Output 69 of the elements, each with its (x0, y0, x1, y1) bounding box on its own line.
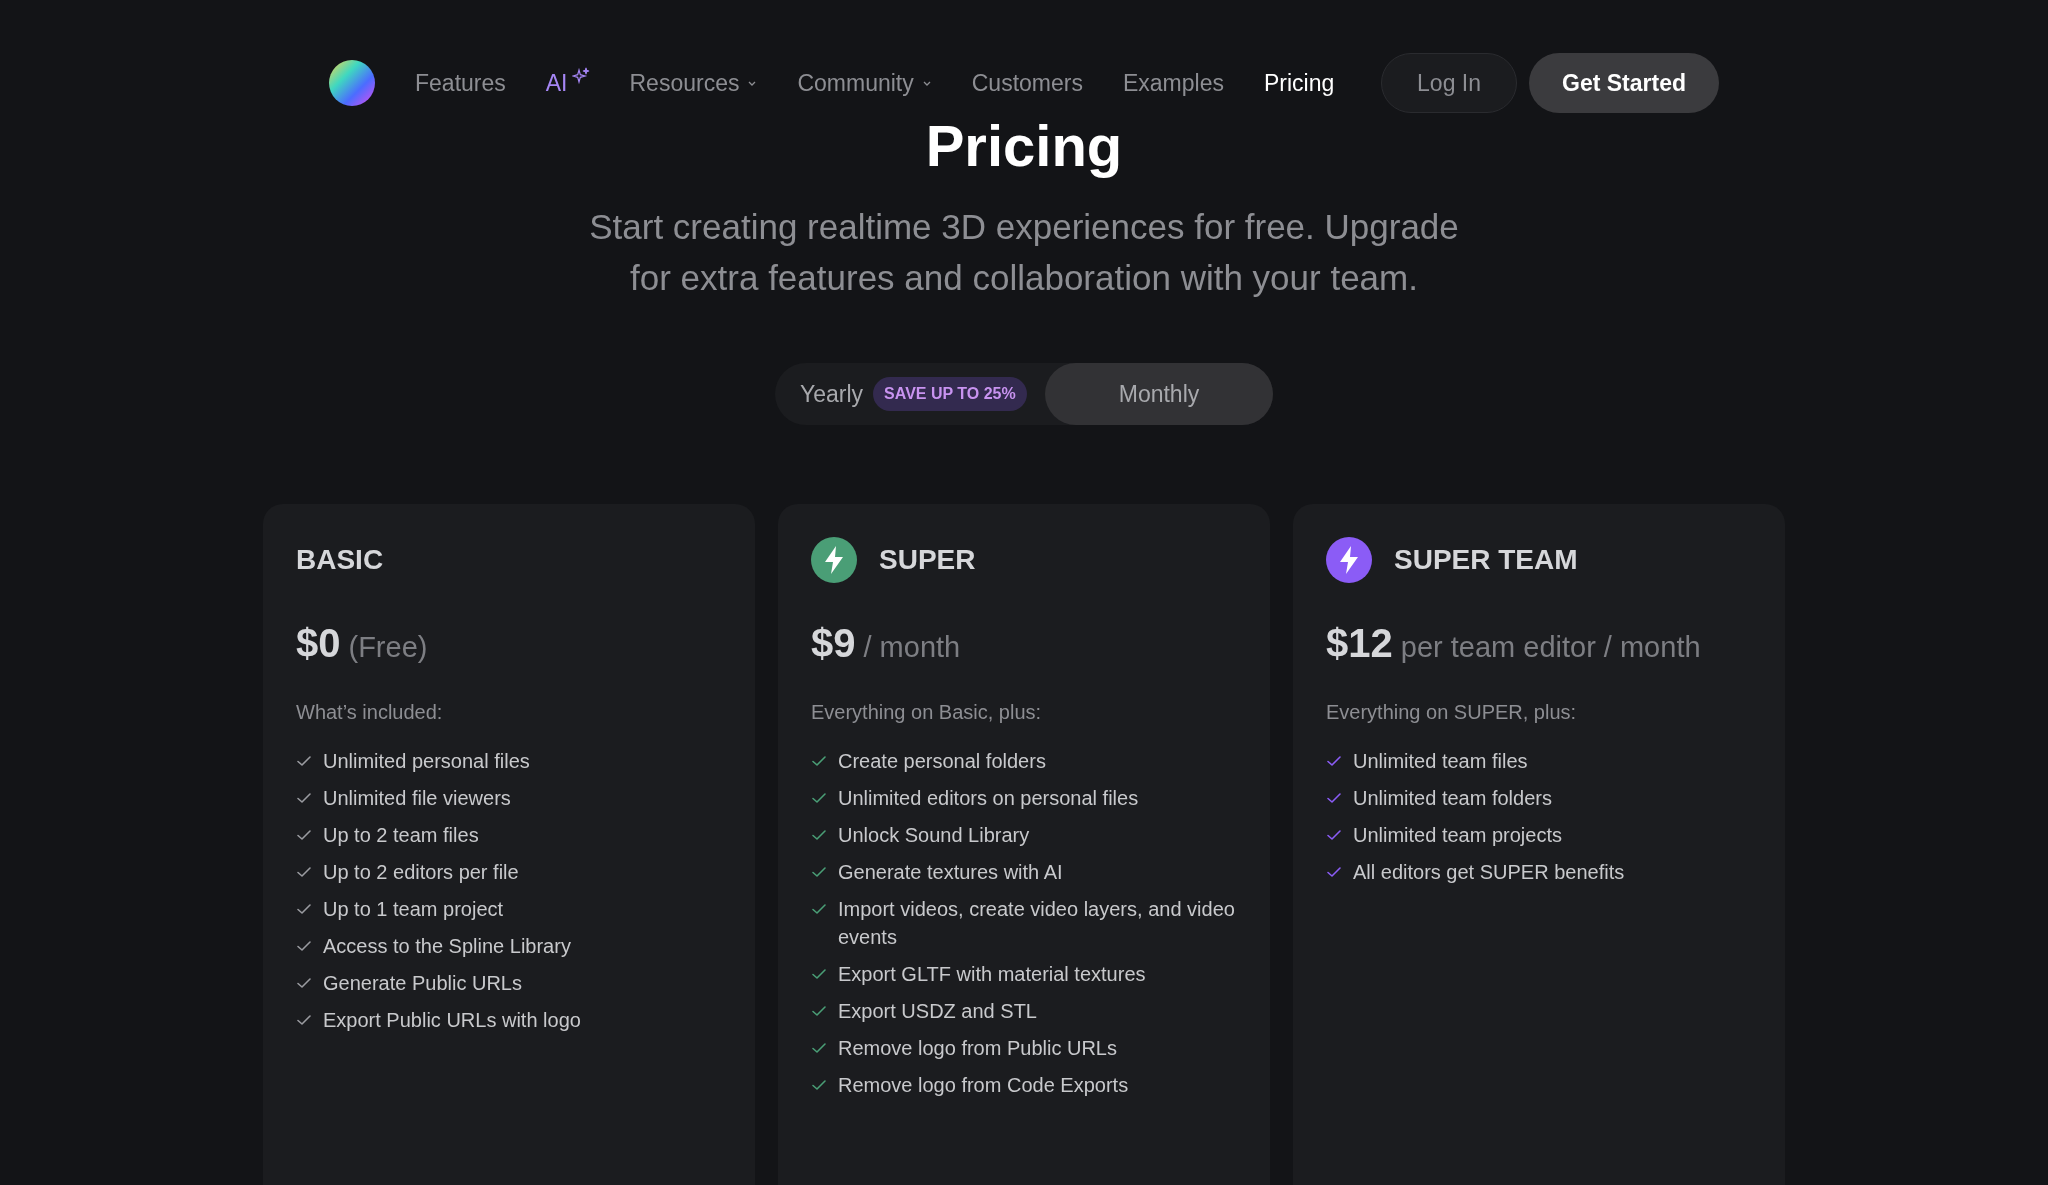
plan-period: per team editor / month (1400, 630, 1701, 665)
check-icon (296, 938, 312, 954)
features-intro: What’s included: (296, 700, 444, 725)
check-icon (296, 901, 312, 917)
nav-link[interactable]: Examples (1122, 65, 1224, 101)
check-icon (296, 864, 312, 880)
feature-text: Unlock Sound Library (838, 823, 1030, 848)
feature-text: Up to 2 editors per file (323, 860, 519, 885)
check-icon (811, 753, 827, 769)
sparkle-icon (571, 67, 590, 85)
feature-text: Generate textures with AI (838, 860, 1063, 885)
plan-price: $0 (296, 620, 341, 667)
feature-text: All editors get SUPER benefits (1353, 860, 1625, 885)
check-icon (811, 1077, 827, 1093)
plan-price: $12 (1326, 620, 1393, 667)
check-icon (1326, 753, 1342, 769)
feature-text: Remove logo from Public URLs (838, 1036, 1117, 1061)
feature-text: Remove logo from Code Exports (838, 1073, 1129, 1098)
plan-name: SUPER (879, 543, 976, 577)
check-icon (296, 1012, 312, 1028)
plan-price: $9 (811, 620, 856, 667)
feature-text: Up to 2 team files (323, 823, 479, 848)
feature-text: Unlimited editors on personal files (838, 786, 1139, 811)
check-icon (811, 827, 827, 843)
feature-text: Generate Public URLs (323, 971, 522, 996)
page-subtitle: Start creating realtime 3D experiences for free. Upgrade for extra features and collaboration with your team. (588, 206, 1460, 299)
plan-period: / month (863, 630, 961, 665)
feature-text: Export GLTF with material textures (838, 962, 1146, 987)
login-button[interactable]: Log In (1381, 53, 1517, 113)
features-intro: Everything on SUPER, plus: (1326, 700, 1578, 725)
check-icon (811, 790, 827, 806)
feature-text: Create personal folders (838, 749, 1046, 774)
feature-text: Unlimited team files (1353, 749, 1528, 774)
check-icon (1326, 827, 1342, 843)
nav-link[interactable]: Pricing (1263, 65, 1335, 101)
check-icon (811, 901, 827, 917)
check-icon (296, 790, 312, 806)
check-icon (296, 975, 312, 991)
logo-icon[interactable] (329, 60, 375, 106)
nav-link[interactable]: Resources (629, 65, 758, 101)
feature-text: Import videos, create video layers, and video events (838, 897, 1236, 950)
nav-link[interactable]: Community (797, 65, 932, 101)
check-icon (296, 827, 312, 843)
check-icon (296, 753, 312, 769)
check-icon (811, 966, 827, 982)
feature-text: Unlimited team projects (1353, 823, 1562, 848)
billing-option[interactable]: Monthly (1045, 363, 1273, 425)
feature-text: Unlimited personal files (323, 749, 530, 774)
plan-name: SUPER TEAM (1394, 543, 1578, 577)
get-started-button[interactable]: Get Started (1529, 53, 1719, 113)
nav-link[interactable]: Customers (971, 65, 1083, 101)
check-icon (811, 864, 827, 880)
billing-option[interactable]: Yearly SAVE UP TO 25% (800, 376, 1027, 412)
nav-link[interactable]: Features (415, 65, 506, 101)
discount-badge: SAVE UP TO 25% (873, 377, 1027, 411)
check-icon (811, 1003, 827, 1019)
feature-text: Access to the Spline Library (323, 934, 571, 959)
check-icon (1326, 790, 1342, 806)
features-intro: Everything on Basic, plus: (811, 700, 1043, 725)
feature-text: Export Public URLs with logo (323, 1008, 581, 1033)
feature-text: Export USDZ and STL (838, 999, 1037, 1024)
feature-text: Unlimited team folders (1353, 786, 1552, 811)
plan-name: BASIC (296, 543, 384, 577)
feature-text: Up to 1 team project (323, 897, 504, 922)
nav-link[interactable]: AI (545, 65, 590, 101)
check-icon (1326, 864, 1342, 880)
plan-period: (Free) (348, 630, 428, 665)
check-icon (811, 1040, 827, 1056)
feature-text: Unlimited file viewers (323, 786, 511, 811)
